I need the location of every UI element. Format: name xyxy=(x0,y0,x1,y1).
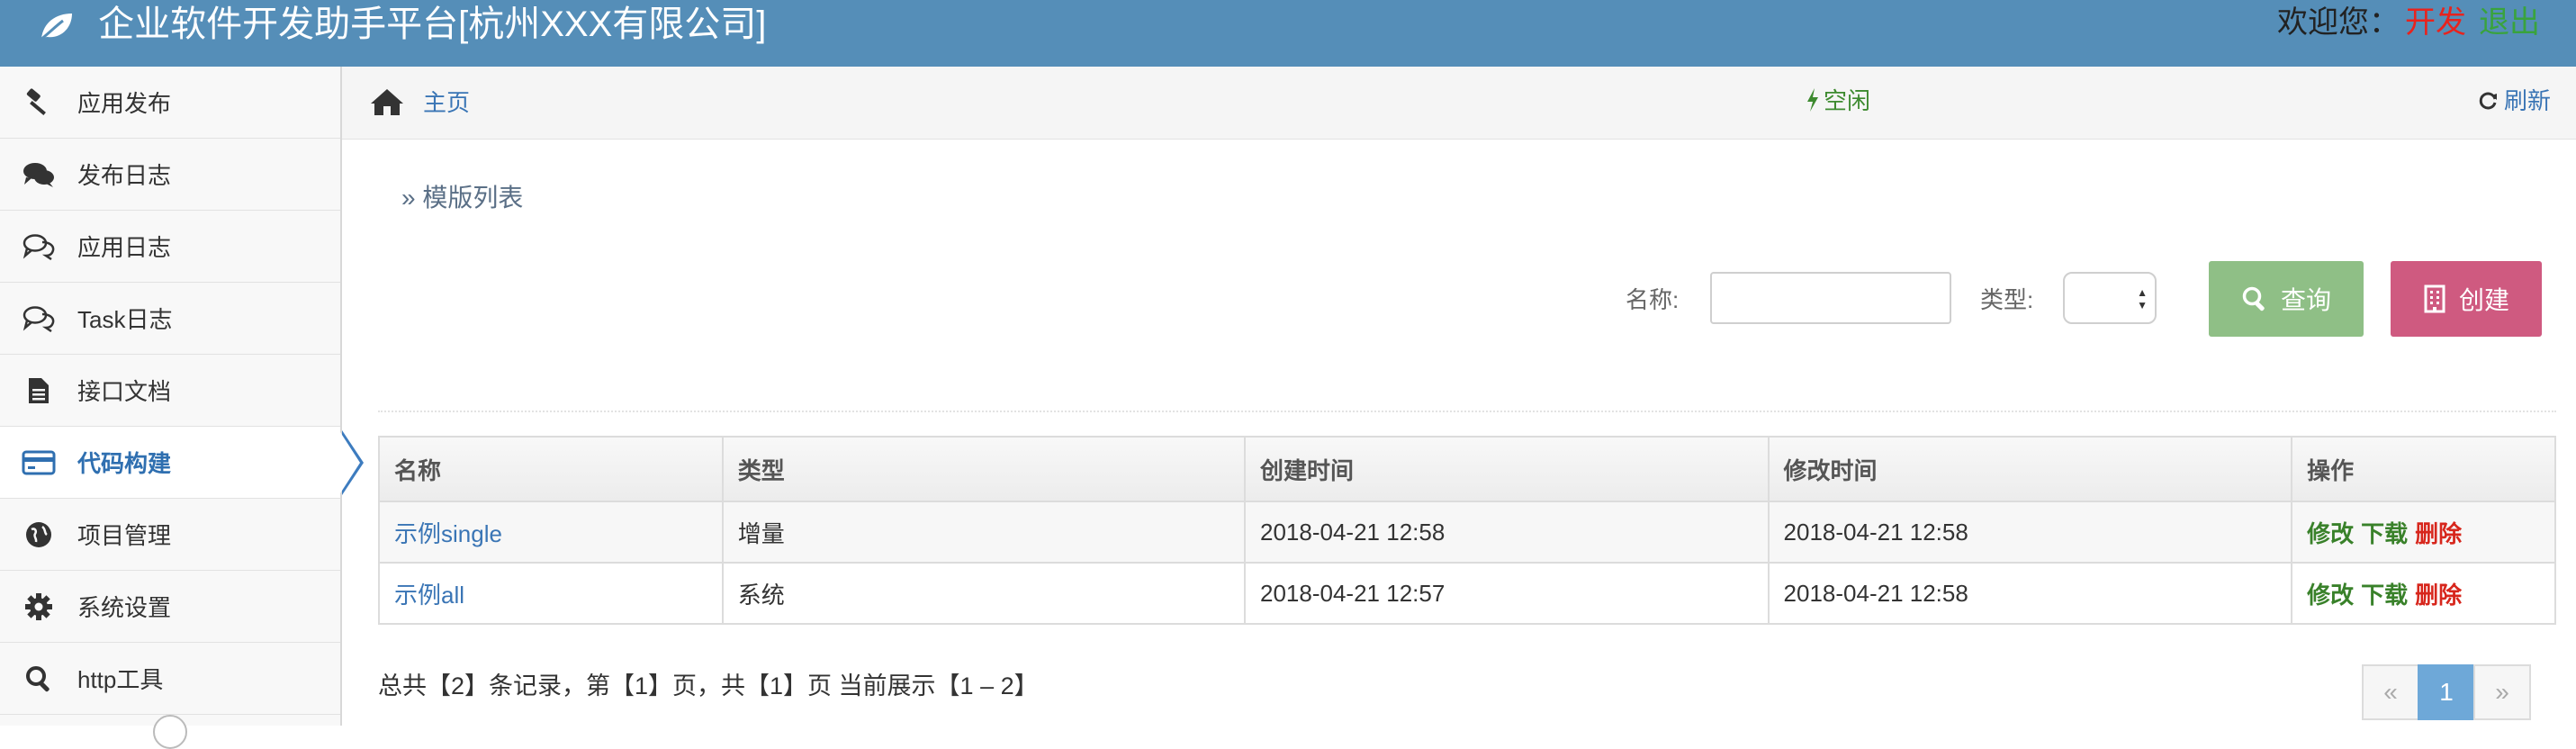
status-text: 空闲 xyxy=(1824,87,1871,114)
top-navbar: 企业软件开发助手平台[杭州XXX有限公司] 欢迎您： 开发 退出 xyxy=(0,0,2576,67)
cell-type: 系统 xyxy=(721,562,1247,625)
breadcrumb: 主页 空闲 刷新 xyxy=(342,67,2576,140)
home-icon[interactable] xyxy=(369,86,405,117)
pagination: « 1 » xyxy=(2362,664,2531,724)
building-icon xyxy=(2424,284,2445,313)
column-header-name[interactable]: 名称 xyxy=(378,436,724,502)
sidebar-item-label: http工具 xyxy=(77,666,164,693)
bolt-icon xyxy=(1807,88,1818,112)
sidebar-item-label: Task日志 xyxy=(77,306,173,333)
column-header-type[interactable]: 类型 xyxy=(721,436,1247,502)
download-link[interactable]: 下载 xyxy=(2361,520,2408,547)
pagination-page-current[interactable]: 1 xyxy=(2418,664,2475,720)
type-filter-label: 类型: xyxy=(1980,286,2034,313)
template-name-link[interactable]: 示例all xyxy=(394,582,464,609)
comments-outline-icon xyxy=(22,231,56,262)
search-button-label: 查询 xyxy=(2280,286,2331,314)
section-title: » 模版列表 xyxy=(401,184,524,212)
template-name-link[interactable]: 示例single xyxy=(394,520,502,547)
pagination-summary: 总共【2】条记录，第【1】页，共【1】页 当前展示【1 – 2】 xyxy=(378,672,1039,699)
cell-name: 示例all xyxy=(378,562,724,625)
select-arrows-icon: ▲ ▼ xyxy=(2137,286,2148,311)
pagination-next[interactable]: » xyxy=(2473,664,2531,720)
sidebar-item-app-release[interactable]: 应用发布 xyxy=(0,67,340,139)
comments-icon xyxy=(22,159,56,190)
download-link[interactable]: 下载 xyxy=(2361,582,2408,609)
sidebar-item-project-mgmt[interactable]: 项目管理 xyxy=(0,499,340,571)
delete-link[interactable]: 删除 xyxy=(2415,520,2462,547)
sidebar-item-task-log[interactable]: Task日志 xyxy=(0,283,340,355)
env-badge: 开发 xyxy=(2405,5,2466,40)
refresh-link[interactable]: 刷新 xyxy=(2477,85,2551,117)
sidebar-item-label: 项目管理 xyxy=(77,522,172,549)
refresh-label: 刷新 xyxy=(2503,87,2551,114)
sidebar-item-code-build[interactable]: 代码构建 xyxy=(0,427,340,499)
refresh-icon xyxy=(2479,92,2497,110)
edit-link[interactable]: 修改 xyxy=(2307,520,2354,547)
pagination-prev[interactable]: « xyxy=(2362,664,2419,720)
breadcrumb-home-link[interactable]: 主页 xyxy=(423,86,470,119)
sidebar-item-label: 系统设置 xyxy=(77,594,172,621)
status-indicator: 空闲 xyxy=(1806,85,1870,117)
column-header-created[interactable]: 创建时间 xyxy=(1244,436,1770,502)
delete-link[interactable]: 删除 xyxy=(2415,582,2462,609)
sidebar-item-label: 接口文档 xyxy=(77,378,172,405)
cell-actions: 修改 下载 删除 xyxy=(2291,501,2556,564)
app-title: 企业软件开发助手平台[杭州XXX有限公司] xyxy=(98,5,767,44)
sidebar-item-label: 代码构建 xyxy=(77,450,172,477)
name-filter-input[interactable] xyxy=(1710,272,1951,324)
cell-modified: 2018-04-21 12:58 xyxy=(1767,562,2293,625)
cell-name: 示例single xyxy=(378,501,724,564)
type-filter-select[interactable]: ▲ ▼ xyxy=(2063,272,2157,324)
comments-outline-icon xyxy=(22,303,56,334)
sidebar-item-label: 发布日志 xyxy=(77,162,172,189)
globe-icon xyxy=(22,519,56,550)
cell-created: 2018-04-21 12:58 xyxy=(1244,501,1770,564)
search-button[interactable]: 查询 xyxy=(2209,261,2364,337)
create-button[interactable]: 创建 xyxy=(2391,261,2542,337)
name-filter-label: 名称: xyxy=(1626,286,1680,313)
table-header-row: 名称 类型 创建时间 修改时间 操作 xyxy=(378,436,2556,502)
gavel-icon xyxy=(22,87,56,118)
gear-icon xyxy=(22,591,56,622)
sidebar: 应用发布 发布日志 应用日志 Task日志 接口文档 代码构建 项目管理 系统设… xyxy=(0,67,342,749)
sidebar-item-system-settings[interactable]: 系统设置 xyxy=(0,571,340,643)
search-icon xyxy=(22,663,56,694)
column-header-modified[interactable]: 修改时间 xyxy=(1767,436,2293,502)
cell-modified: 2018-04-21 12:58 xyxy=(1767,501,2293,564)
file-text-icon xyxy=(22,375,56,406)
edit-link[interactable]: 修改 xyxy=(2307,582,2354,609)
cell-actions: 修改 下载 删除 xyxy=(2291,562,2556,625)
column-header-actions: 操作 xyxy=(2291,436,2556,502)
credit-card-icon xyxy=(22,447,56,478)
sidebar-collapse-toggle[interactable] xyxy=(153,715,187,749)
sidebar-item-app-log[interactable]: 应用日志 xyxy=(0,211,340,283)
app-brand[interactable]: 企业软件开发助手平台[杭州XXX有限公司] xyxy=(36,0,766,49)
table-row: 示例all 系统 2018-04-21 12:57 2018-04-21 12:… xyxy=(378,562,2556,625)
create-button-label: 创建 xyxy=(2458,286,2509,314)
welcome-text: 欢迎您： xyxy=(2277,5,2400,40)
divider xyxy=(378,411,2556,412)
sidebar-item-http-tool[interactable]: http工具 xyxy=(0,643,340,715)
template-table: 名称 类型 创建时间 修改时间 操作 示例single 增量 2018-04-2… xyxy=(378,436,2556,625)
leaf-icon xyxy=(39,14,72,42)
search-icon xyxy=(2242,286,2265,311)
logout-link[interactable]: 退出 xyxy=(2479,5,2540,40)
user-bar: 欢迎您： 开发 退出 xyxy=(2277,0,2540,45)
sidebar-item-label: 应用日志 xyxy=(77,234,172,261)
cell-type: 增量 xyxy=(721,501,1247,564)
table-row: 示例single 增量 2018-04-21 12:58 2018-04-21 … xyxy=(378,501,2556,564)
cell-created: 2018-04-21 12:57 xyxy=(1244,562,1770,625)
sidebar-item-release-log[interactable]: 发布日志 xyxy=(0,139,340,211)
sidebar-item-api-docs[interactable]: 接口文档 xyxy=(0,355,340,427)
sidebar-item-label: 应用发布 xyxy=(77,90,172,117)
